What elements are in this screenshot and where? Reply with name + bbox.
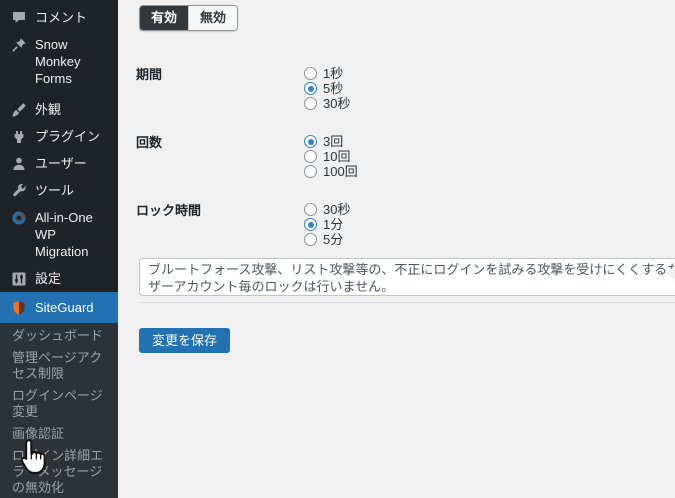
radio-icon[interactable] bbox=[304, 233, 317, 246]
comment-icon bbox=[11, 10, 27, 26]
lock-time-option-5m[interactable]: 5分 bbox=[304, 232, 350, 247]
radio-icon[interactable] bbox=[304, 150, 317, 163]
brush-icon bbox=[11, 102, 27, 118]
login-lock-settings-panel: 有効 無効 期間 1秒 5秒 30秒 回数 3回 10回 100回 ロック時間 … bbox=[118, 0, 675, 498]
sidebar-item-appearance[interactable]: 外観 bbox=[0, 96, 118, 123]
radio-icon-checked[interactable] bbox=[304, 82, 317, 95]
sidebar-item-all-in-one-wp-migration[interactable]: All-in-One WP Migration bbox=[0, 204, 118, 265]
wordpress-admin-screen: コメント Snow Monkey Forms 外観 プラグイン ユーザー ツール… bbox=[0, 0, 675, 498]
count-label: 回数 bbox=[136, 135, 163, 150]
user-icon bbox=[11, 156, 27, 172]
enable-button[interactable]: 有効 bbox=[140, 6, 189, 30]
plug-icon bbox=[11, 129, 27, 145]
section-divider bbox=[139, 302, 675, 303]
sidebar-item-label: ツール bbox=[35, 183, 75, 198]
lock-time-label: ロック時間 bbox=[136, 203, 202, 218]
sidebar-item-settings[interactable]: 設定 bbox=[0, 265, 118, 292]
submenu-item-login-page-change[interactable]: ログインページ変更 bbox=[0, 385, 118, 423]
submenu-item-admin-page-access[interactable]: 管理ページアクセス制限 bbox=[0, 347, 118, 385]
count-option-10[interactable]: 10回 bbox=[304, 149, 358, 164]
radio-icon[interactable] bbox=[304, 203, 317, 216]
radio-icon-checked[interactable] bbox=[304, 218, 317, 231]
radio-icon[interactable] bbox=[304, 97, 317, 110]
description-line-1: ブルートフォース攻撃、リスト攻撃等の、不正にログインを試みる攻撃を受けにくくする… bbox=[148, 262, 675, 277]
count-option-3[interactable]: 3回 bbox=[304, 134, 358, 149]
feature-description-box: ブルートフォース攻撃、リスト攻撃等の、不正にログインを試みる攻撃を受けにくくする… bbox=[139, 258, 675, 296]
admin-sidebar: コメント Snow Monkey Forms 外観 プラグイン ユーザー ツール… bbox=[0, 0, 118, 498]
lock-time-radio-group: 30秒 1分 5分 bbox=[304, 202, 350, 247]
period-label: 期間 bbox=[136, 67, 163, 82]
save-changes-button[interactable]: 変更を保存 bbox=[139, 328, 231, 353]
sidebar-item-label: SiteGuard bbox=[35, 300, 94, 315]
radio-icon[interactable] bbox=[304, 165, 317, 178]
sidebar-item-label: ユーザー bbox=[35, 156, 87, 171]
sidebar-item-users[interactable]: ユーザー bbox=[0, 150, 118, 177]
period-option-30s[interactable]: 30秒 bbox=[304, 96, 350, 111]
radio-icon-checked[interactable] bbox=[304, 135, 317, 148]
enable-toggle-group: 有効 無効 bbox=[139, 5, 239, 31]
count-option-100[interactable]: 100回 bbox=[304, 164, 358, 179]
sidebar-item-snow-monkey-forms[interactable]: Snow Monkey Forms bbox=[0, 31, 118, 92]
wrench-icon bbox=[11, 183, 27, 199]
sidebar-item-siteguard[interactable]: SiteGuard bbox=[0, 292, 118, 323]
sidebar-item-label: 設定 bbox=[35, 271, 62, 286]
sidebar-item-tools[interactable]: ツール bbox=[0, 177, 118, 204]
period-radio-group: 1秒 5秒 30秒 bbox=[304, 66, 350, 111]
sidebar-item-comments[interactable]: コメント bbox=[0, 0, 118, 31]
migration-icon bbox=[11, 210, 27, 226]
sidebar-item-label: 外観 bbox=[35, 102, 62, 117]
settings-icon bbox=[11, 271, 27, 287]
active-menu-arrow bbox=[667, 265, 675, 281]
siteguard-submenu: ダッシュボード 管理ページアクセス制限 ログインページ変更 画像認証 ログイン詳… bbox=[0, 323, 118, 498]
period-option-1s[interactable]: 1秒 bbox=[304, 66, 350, 81]
submenu-item-login-error-disable[interactable]: ログイン詳細エラーメッセージの無効化 bbox=[0, 445, 118, 498]
sidebar-item-plugins[interactable]: プラグイン bbox=[0, 123, 118, 150]
submenu-item-dashboard[interactable]: ダッシュボード bbox=[0, 325, 118, 347]
shield-icon bbox=[11, 300, 27, 316]
period-option-5s[interactable]: 5秒 bbox=[304, 81, 350, 96]
pin-icon bbox=[11, 37, 27, 53]
count-radio-group: 3回 10回 100回 bbox=[304, 134, 358, 179]
sidebar-item-label: Snow Monkey Forms bbox=[35, 37, 81, 86]
sidebar-item-label: コメント bbox=[35, 10, 88, 25]
lock-time-option-1m[interactable]: 1分 bbox=[304, 217, 350, 232]
sidebar-item-label: プラグイン bbox=[35, 129, 101, 144]
description-line-2: ザーアカウント毎のロックは行いません。 bbox=[148, 279, 395, 294]
sidebar-item-label: All-in-One WP Migration bbox=[35, 210, 93, 259]
lock-time-option-30s[interactable]: 30秒 bbox=[304, 202, 350, 217]
submenu-item-image-auth[interactable]: 画像認証 bbox=[0, 423, 118, 445]
radio-icon[interactable] bbox=[304, 67, 317, 80]
disable-button[interactable]: 無効 bbox=[188, 6, 238, 30]
